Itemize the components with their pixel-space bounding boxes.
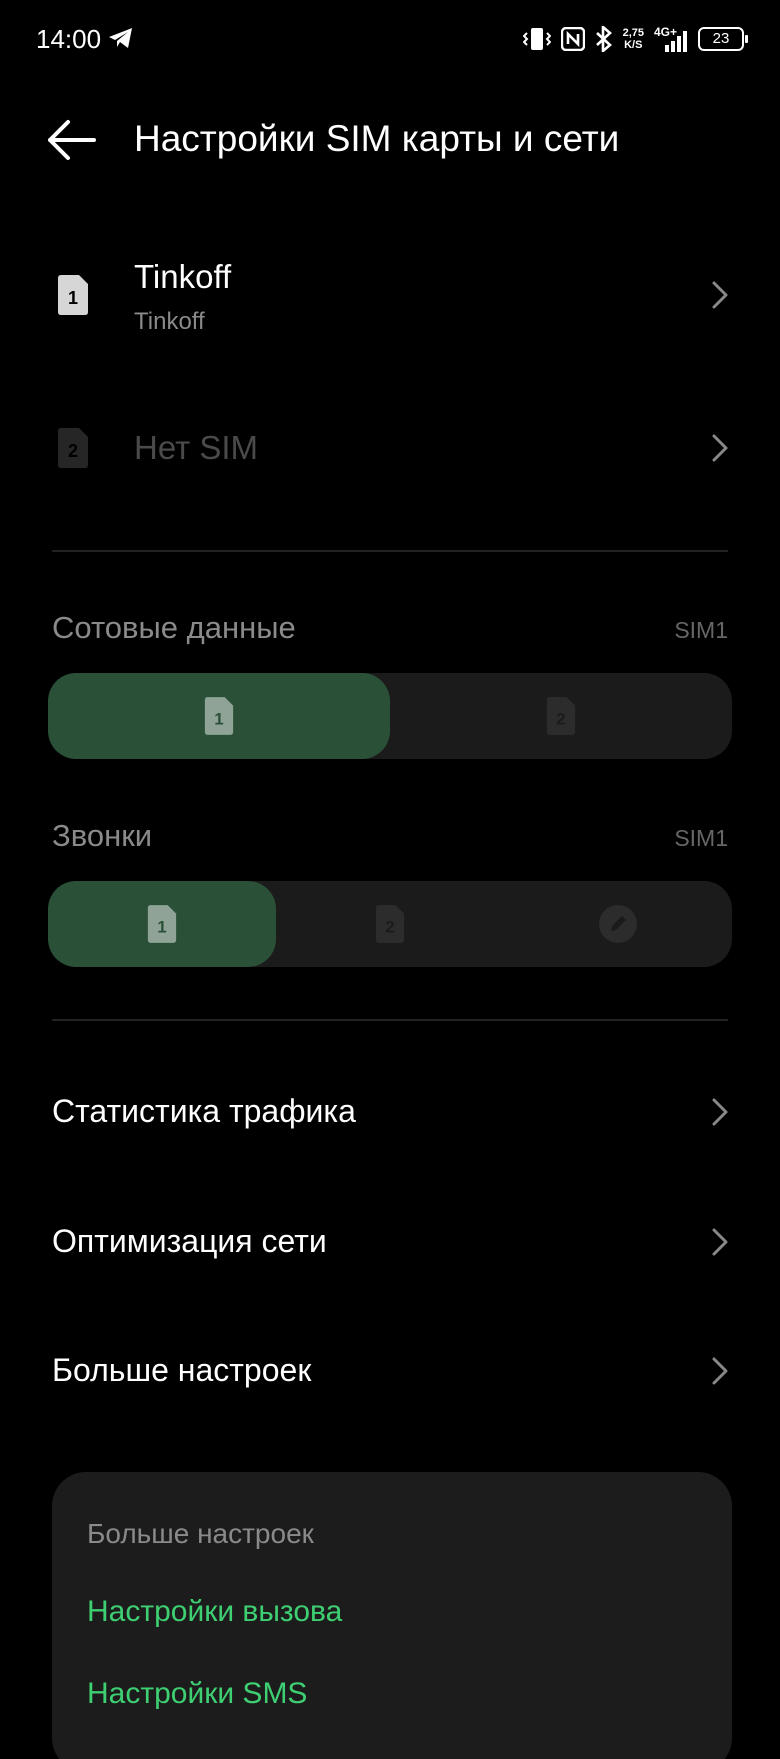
calls-selector: 1 2: [48, 881, 732, 967]
sim-card-icon: 2: [375, 905, 405, 943]
chevron-right-icon: [712, 1228, 728, 1256]
chevron-right-icon: [712, 281, 728, 309]
nfc-icon: [560, 27, 585, 51]
signal-icon: [665, 31, 687, 52]
cellular-data-sim1-option[interactable]: 1: [48, 673, 390, 759]
bluetooth-icon: [595, 26, 612, 52]
calls-label: Звонки: [52, 818, 153, 853]
menu-item-label: Больше настроек: [52, 1352, 312, 1388]
chevron-right-icon: [712, 1098, 728, 1126]
sim-card-icon: 1: [147, 905, 177, 943]
sim-carrier: Tinkoff: [134, 308, 205, 335]
battery-icon: 23: [698, 27, 748, 51]
cellular-data-selector: 1 2: [48, 673, 732, 759]
menu-item-more-settings[interactable]: Больше настроек: [0, 1316, 780, 1426]
calls-sim2-option[interactable]: 2: [276, 881, 504, 967]
pencil-icon: [599, 905, 637, 943]
status-bar: 14:00 2,75 K/S 4G+ 23: [0, 0, 780, 80]
option-number: 1: [157, 917, 166, 936]
more-settings-sheet: Больше настроек Настройки вызова Настрой…: [52, 1472, 732, 1759]
sms-settings-link[interactable]: Настройки SMS: [87, 1677, 307, 1711]
sim-row-2[interactable]: 2 Нет SIM: [0, 393, 780, 503]
sim-slot-number: 2: [68, 441, 78, 461]
sim-card-icon: 1: [204, 697, 234, 735]
network-speed-unit: K/S: [624, 39, 643, 51]
option-number: 1: [214, 709, 223, 728]
menu-item-traffic-stats[interactable]: Статистика трафика: [0, 1057, 780, 1167]
sim-name: Tinkoff: [134, 258, 232, 295]
telegram-icon: [109, 28, 132, 48]
cellular-data-label: Сотовые данные: [52, 610, 296, 645]
cellular-data-value: SIM1: [674, 617, 728, 643]
menu-item-network-optimization[interactable]: Оптимизация сети: [0, 1187, 780, 1297]
cellular-data-sim2-option[interactable]: 2: [390, 673, 732, 759]
sim-card-icon: 2: [58, 428, 88, 468]
option-number: 2: [556, 709, 565, 728]
status-icons: 2,75 K/S 4G+ 23: [522, 22, 748, 56]
chevron-right-icon: [712, 434, 728, 462]
option-number: 2: [385, 917, 394, 936]
chevron-right-icon: [712, 1357, 728, 1385]
calls-sim1-option[interactable]: 1: [48, 881, 276, 967]
sheet-title: Больше настроек: [87, 1518, 314, 1549]
divider: [52, 550, 728, 552]
page-title: Настройки SIM карты и сети: [134, 118, 620, 159]
calls-ask-option[interactable]: [504, 881, 732, 967]
header: Настройки SIM карты и сети: [0, 100, 780, 180]
network-speed-value: 2,75: [622, 27, 644, 39]
vibrate-icon: [522, 28, 551, 50]
sim-card-icon: 1: [58, 275, 88, 315]
sim-row-1[interactable]: 1 Tinkoff Tinkoff: [0, 240, 780, 350]
sim-slot-number: 1: [68, 288, 78, 308]
menu-item-label: Оптимизация сети: [52, 1223, 327, 1259]
calls-value: SIM1: [674, 825, 728, 851]
back-arrow-icon[interactable]: [44, 118, 100, 162]
sim-name: Нет SIM: [134, 429, 259, 466]
status-time: 14:00: [36, 24, 102, 54]
menu-item-label: Статистика трафика: [52, 1093, 356, 1129]
divider: [52, 1019, 728, 1021]
signal-group: 4G+: [654, 26, 688, 52]
sim-card-icon: 2: [546, 697, 576, 735]
network-speed: 2,75 K/S: [623, 27, 644, 51]
call-settings-link[interactable]: Настройки вызова: [87, 1595, 342, 1629]
